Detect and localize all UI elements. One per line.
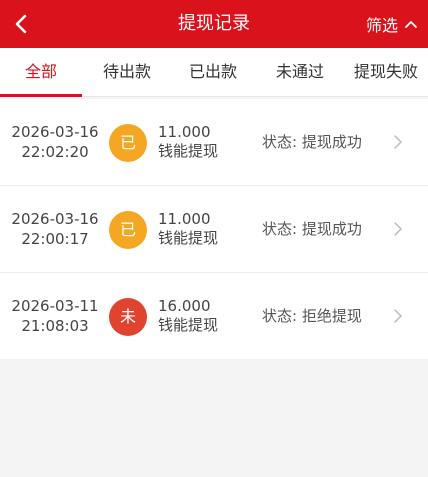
record-amount: 16.000 bbox=[158, 297, 211, 315]
record-amount-block: 16.000 钱能提现 bbox=[158, 297, 218, 335]
status-prefix: 状态: bbox=[262, 220, 298, 238]
chevron-up-icon bbox=[405, 21, 417, 28]
record-time: 22:00:17 bbox=[21, 230, 89, 248]
record-type: 钱能提现 bbox=[158, 229, 219, 247]
tab-paid-out[interactable]: 已出款 bbox=[172, 48, 254, 96]
record-amount: 11.000 bbox=[158, 123, 211, 141]
filter-button[interactable]: 筛选 bbox=[366, 0, 418, 48]
tab-all[interactable]: 全部 bbox=[0, 48, 82, 96]
record-date: 2026-03-16 bbox=[11, 123, 99, 141]
record-date: 2026-03-16 bbox=[11, 210, 99, 228]
page-title: 提现记录 bbox=[178, 13, 250, 34]
status-badge: 未 bbox=[109, 298, 147, 336]
tab-pending-payout[interactable]: 待出款 bbox=[86, 48, 168, 96]
record-status: 状态: 提现成功 bbox=[262, 219, 362, 239]
withdrawal-record-list: 2026-03-16 22:02:20 已 11.000 钱能提现 状态: 提现… bbox=[0, 99, 428, 359]
record-date: 2026-03-11 bbox=[11, 297, 99, 315]
status-value: 提现成功 bbox=[301, 133, 362, 151]
record-datetime: 2026-03-16 22:00:17 bbox=[8, 209, 102, 249]
filter-label: 筛选 bbox=[365, 16, 398, 35]
record-datetime: 2026-03-11 21:08:03 bbox=[8, 296, 102, 336]
tab-withdrawal-failed[interactable]: 提现失败 bbox=[344, 48, 428, 96]
chevron-right-icon bbox=[394, 309, 402, 323]
record-row[interactable]: 2026-03-11 21:08:03 未 16.000 钱能提现 状态: 拒绝… bbox=[0, 273, 428, 359]
status-badge: 已 bbox=[109, 211, 147, 249]
app-header: 提现记录 筛选 bbox=[0, 0, 428, 48]
chevron-right-icon bbox=[394, 222, 402, 236]
status-prefix: 状态: bbox=[262, 307, 298, 325]
record-status: 状态: 提现成功 bbox=[262, 132, 362, 152]
record-row[interactable]: 2026-03-16 22:00:17 已 11.000 钱能提现 状态: 提现… bbox=[0, 186, 428, 273]
record-time: 21:08:03 bbox=[21, 317, 89, 335]
status-badge: 已 bbox=[109, 124, 147, 162]
status-prefix: 状态: bbox=[262, 133, 298, 151]
status-value: 拒绝提现 bbox=[301, 307, 362, 325]
record-row[interactable]: 2026-03-16 22:02:20 已 11.000 钱能提现 状态: 提现… bbox=[0, 99, 428, 186]
status-value: 提现成功 bbox=[301, 220, 362, 238]
record-status: 状态: 拒绝提现 bbox=[262, 306, 362, 326]
record-time: 22:02:20 bbox=[21, 143, 89, 161]
record-amount: 11.000 bbox=[158, 210, 211, 228]
active-tab-indicator bbox=[0, 94, 82, 97]
tab-not-approved[interactable]: 未通过 bbox=[259, 48, 341, 96]
chevron-right-icon bbox=[394, 135, 402, 149]
record-type: 钱能提现 bbox=[158, 316, 219, 334]
record-type: 钱能提现 bbox=[158, 142, 219, 160]
status-tabs: 全部 待出款 已出款 未通过 提现失败 bbox=[0, 48, 428, 97]
record-datetime: 2026-03-16 22:02:20 bbox=[8, 122, 102, 162]
record-amount-block: 11.000 钱能提现 bbox=[158, 123, 218, 161]
record-amount-block: 11.000 钱能提现 bbox=[158, 210, 218, 248]
